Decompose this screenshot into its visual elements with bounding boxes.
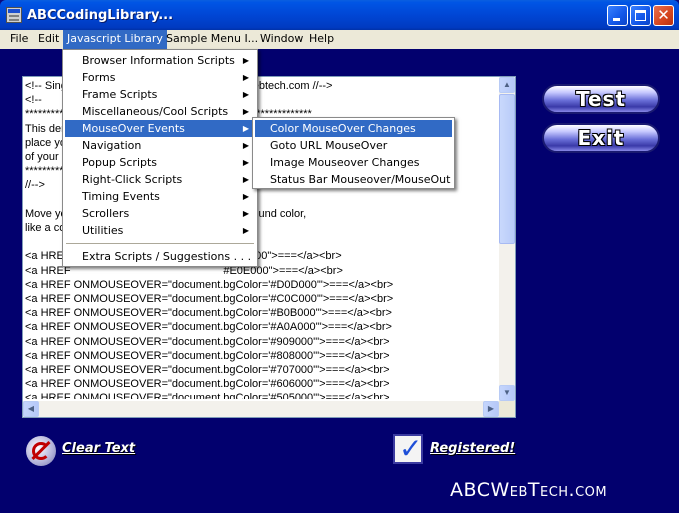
dropdown-item-utilities[interactable]: Utilities ▶: [65, 222, 255, 239]
dropdown-item-frame-scripts[interactable]: Frame Scripts ▶: [65, 86, 255, 103]
dropdown-item-browser-info[interactable]: Browser Information Scripts ▶: [65, 52, 255, 69]
submenu-arrow-icon: ▶: [242, 56, 249, 65]
submenu-item-goto-url[interactable]: Goto URL MouseOver: [255, 137, 452, 154]
menu-javascript-library[interactable]: Javascript Library: [63, 30, 167, 49]
horizontal-scrollbar[interactable]: ◀ ▶: [23, 401, 499, 417]
dropdown-item-label: Popup Scripts: [82, 156, 158, 169]
dropdown-item-scrollers[interactable]: Scrollers ▶: [65, 205, 255, 222]
minimize-button[interactable]: [607, 5, 628, 26]
vertical-scrollbar[interactable]: ▲ ▼: [499, 77, 515, 401]
submenu-arrow-icon: ▶: [242, 192, 249, 201]
dropdown-item-label: Forms: [82, 71, 116, 84]
submenu-arrow-icon: ▶: [242, 107, 249, 116]
dropdown-item-navigation[interactable]: Navigation ▶: [65, 137, 255, 154]
close-icon: ✕: [657, 6, 670, 24]
dropdown-item-extra-scripts[interactable]: Extra Scripts / Suggestions . . .: [65, 248, 255, 265]
dropdown-item-label: Utilities: [82, 224, 124, 237]
menu-edit[interactable]: Edit: [34, 30, 63, 49]
submenu-arrow-icon: ▶: [242, 209, 249, 218]
dropdown-item-misc-scripts[interactable]: Miscellaneous/Cool Scripts ▶: [65, 103, 255, 120]
maximize-icon: [635, 10, 646, 21]
dropdown-item-label: Extra Scripts / Suggestions . . .: [82, 250, 252, 263]
submenu-arrow-icon: ▶: [242, 73, 249, 82]
dropdown-item-label: Miscellaneous/Cool Scripts: [82, 105, 229, 118]
submenu-arrow-icon: ▶: [242, 90, 249, 99]
scroll-down-button[interactable]: ▼: [499, 385, 515, 401]
title-bar[interactable]: ABCCodingLibrary... ✕: [0, 0, 679, 30]
exit-button[interactable]: Exit: [542, 123, 660, 153]
dropdown-item-label: Navigation: [82, 139, 142, 152]
scrollbar-corner: [499, 401, 515, 417]
checkmark-icon[interactable]: ✓: [393, 432, 423, 465]
window-title: ABCCodingLibrary...: [27, 8, 174, 23]
menu-help[interactable]: Help: [305, 30, 338, 49]
dropdown-item-mouseover-events[interactable]: MouseOver Events ▶: [65, 120, 255, 137]
submenu-arrow-icon: ▶: [242, 175, 249, 184]
dropdown-item-label: Scrollers: [82, 207, 130, 220]
menu-sample[interactable]: Sample Menu I...: [162, 30, 262, 49]
code-line: <a HREF ONMOUSEOVER="document.bgColor='#…: [25, 392, 390, 399]
minimize-icon: [613, 18, 620, 21]
menu-separator: [66, 243, 254, 244]
code-line: <a HREF ONMOUSEOVER="document.bgColor='#…: [25, 378, 390, 391]
menu-bar: File Edit Javascript Library Sample Menu…: [0, 30, 679, 49]
menu-window[interactable]: Window: [256, 30, 307, 49]
dropdown-item-label: Frame Scripts: [82, 88, 158, 101]
dropdown-item-label: Right-Click Scripts: [82, 173, 183, 186]
menu-file[interactable]: File: [6, 30, 32, 49]
test-button[interactable]: Test: [542, 84, 660, 114]
dropdown-item-label: MouseOver Events: [82, 122, 185, 135]
clear-icon[interactable]: [26, 436, 56, 466]
brand-logo-text: ABCWebTech.com: [450, 479, 608, 501]
dropdown-item-label: Browser Information Scripts: [82, 54, 235, 67]
mouseover-events-submenu: Color MouseOver Changes Goto URL MouseOv…: [252, 117, 455, 189]
vertical-scroll-thumb[interactable]: [499, 94, 515, 244]
clear-text-button[interactable]: Clear Text: [62, 441, 135, 456]
maximize-button[interactable]: [630, 5, 651, 26]
dropdown-item-label: Timing Events: [82, 190, 160, 203]
submenu-arrow-icon: ▶: [242, 158, 249, 167]
scroll-left-button[interactable]: ◀: [23, 401, 39, 417]
dropdown-item-timing-events[interactable]: Timing Events ▶: [65, 188, 255, 205]
code-line: <a HREF ONMOUSEOVER="document.bgColor='#…: [25, 335, 390, 348]
submenu-item-color-mouseover[interactable]: Color MouseOver Changes: [255, 120, 452, 137]
code-line: <a HREF ONMOUSEOVER="document.bgColor='#…: [25, 364, 390, 377]
submenu-arrow-icon: ▶: [242, 226, 249, 235]
dropdown-item-popup-scripts[interactable]: Popup Scripts ▶: [65, 154, 255, 171]
close-button[interactable]: ✕: [653, 5, 674, 26]
submenu-arrow-icon: ▶: [242, 141, 249, 150]
scroll-up-button[interactable]: ▲: [499, 77, 515, 93]
app-window-icon[interactable]: [6, 7, 22, 23]
scroll-right-button[interactable]: ▶: [483, 401, 499, 417]
code-line: <a HREF ONMOUSEOVER="document.bgColor='#…: [25, 278, 394, 291]
submenu-arrow-icon: ▶: [242, 124, 249, 133]
code-line: <a HREF ONMOUSEOVER="document.bgColor='#…: [25, 307, 392, 320]
code-line: <a HREF ONMOUSEOVER="document.bgColor='#…: [25, 321, 392, 334]
registered-link[interactable]: Registered!: [430, 441, 515, 456]
dropdown-item-right-click[interactable]: Right-Click Scripts ▶: [65, 171, 255, 188]
code-line: <a HREF ONMOUSEOVER="document.bgColor='#…: [25, 293, 394, 306]
code-line: <a HREF ONMOUSEOVER="document.bgColor='#…: [25, 349, 390, 362]
dropdown-item-forms[interactable]: Forms ▶: [65, 69, 255, 86]
submenu-item-image-mouseover[interactable]: Image Mouseover Changes: [255, 154, 452, 171]
javascript-library-dropdown: Browser Information Scripts ▶ Forms ▶ Fram…: [62, 49, 258, 267]
submenu-item-status-bar[interactable]: Status Bar Mouseover/MouseOut: [255, 171, 452, 188]
